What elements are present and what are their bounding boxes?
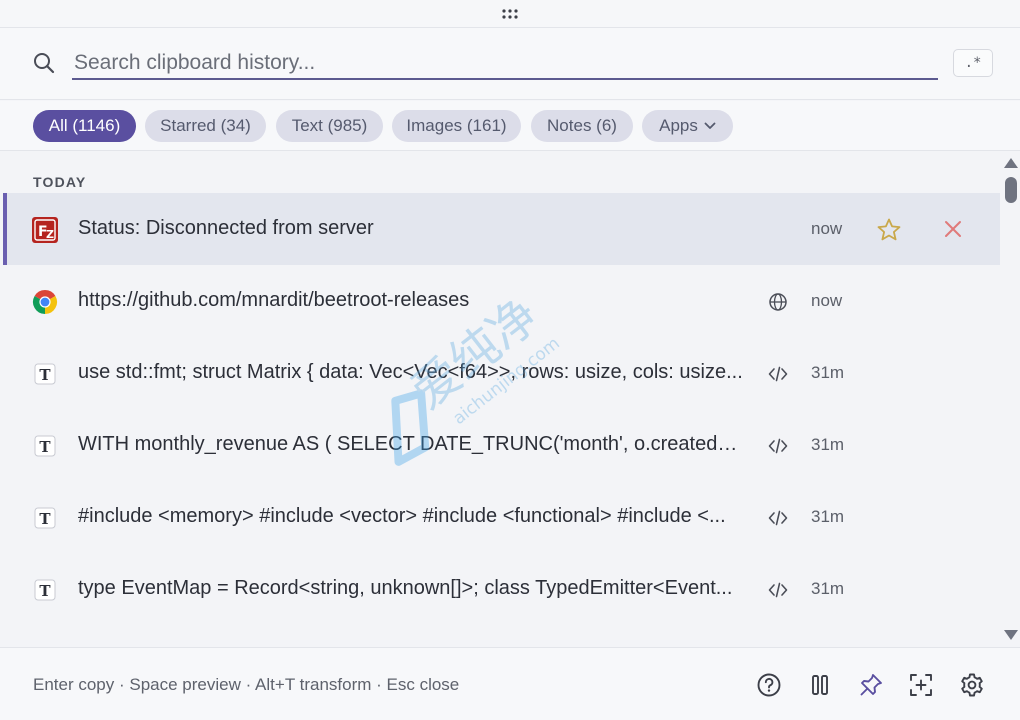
text-icon: T: [34, 363, 56, 385]
capture-icon[interactable]: [908, 672, 934, 698]
svg-text:T: T: [39, 582, 51, 600]
footer-bar: Enter copy · Space preview · Alt+T trans…: [0, 647, 1020, 720]
filter-chip-text[interactable]: Text (985): [276, 110, 383, 142]
search-bar: .*: [0, 28, 1020, 100]
list-item[interactable]: T use std::fmt; struct Matrix { data: Ve…: [3, 337, 1000, 409]
clipboard-list: TODAY F Z Status: Disconnected from serv…: [0, 151, 1020, 647]
item-time: 31m: [811, 363, 845, 382]
filter-chip-apps[interactable]: Apps: [642, 110, 733, 142]
filter-chip-starred[interactable]: Starred (34): [145, 110, 266, 142]
code-icon: [768, 510, 788, 526]
item-content: use std::fmt; struct Matrix { data: Vec<…: [78, 361, 743, 383]
filezilla-icon: F Z: [32, 217, 58, 243]
item-content: WITH monthly_revenue AS ( SELECT DATE_TR…: [78, 433, 748, 455]
filter-chip-label: Images (161): [406, 116, 507, 135]
filter-chip-notes[interactable]: Notes (6): [531, 110, 633, 142]
section-label-today: TODAY: [33, 174, 87, 190]
list-item[interactable]: https://github.com/mnardit/beetroot-rele…: [3, 265, 1000, 337]
item-time: now: [811, 219, 843, 238]
scroll-down-icon[interactable]: [1003, 629, 1019, 641]
chevron-down-icon: [704, 122, 716, 129]
text-icon: T: [34, 507, 56, 529]
search-icon: [34, 53, 55, 74]
text-icon: T: [34, 579, 56, 601]
settings-icon[interactable]: [959, 672, 985, 698]
svg-text:T: T: [39, 366, 51, 384]
code-icon: [768, 582, 788, 598]
filter-chip-images[interactable]: Images (161): [392, 110, 521, 142]
item-time: 31m: [811, 435, 845, 454]
list-item[interactable]: F Z Status: Disconnected from server now: [3, 193, 1000, 265]
filter-chip-label: Text (985): [291, 116, 368, 135]
globe-icon: [769, 293, 787, 311]
filter-chip-label: Apps: [659, 116, 698, 135]
scroll-up-icon[interactable]: [1003, 157, 1019, 169]
svg-text:T: T: [39, 510, 51, 528]
grip-dots-icon: [502, 8, 518, 19]
pause-icon[interactable]: [807, 672, 833, 698]
filter-chip-all[interactable]: All (1146): [33, 110, 136, 142]
chrome-icon: [32, 290, 58, 314]
keyboard-hints: Enter copy · Space preview · Alt+T trans…: [33, 675, 460, 694]
filter-chip-label: Starred (34): [160, 116, 251, 135]
star-icon[interactable]: [876, 217, 902, 243]
item-content: https://github.com/mnardit/beetroot-rele…: [78, 289, 470, 311]
item-content: #include <memory> #include <vector> #inc…: [78, 505, 726, 527]
filter-chip-label: Notes (6): [547, 116, 617, 135]
list-item[interactable]: T #include <memory> #include <vector> #i…: [3, 481, 1000, 553]
svg-text:Z: Z: [46, 228, 54, 241]
filter-bar: All (1146) Starred (34) Text (985) Image…: [0, 101, 1020, 151]
svg-text:T: T: [39, 438, 51, 456]
list-scrollbar[interactable]: [1002, 151, 1020, 647]
item-time: now: [811, 291, 843, 310]
code-icon: [768, 366, 788, 382]
code-icon: [768, 438, 788, 454]
regex-toggle-button[interactable]: .*: [953, 49, 993, 77]
item-time: 31m: [811, 579, 845, 598]
filter-chip-label: All (1146): [48, 116, 121, 135]
scroll-thumb[interactable]: [1005, 177, 1017, 203]
text-icon: T: [34, 435, 56, 457]
search-input[interactable]: [72, 48, 938, 80]
help-icon[interactable]: [756, 672, 782, 698]
window-drag-handle[interactable]: [0, 0, 1020, 28]
item-content: Status: Disconnected from server: [78, 217, 374, 239]
item-time: 31m: [811, 507, 845, 526]
item-content: type EventMap = Record<string, unknown[]…: [78, 577, 733, 599]
list-item[interactable]: T WITH monthly_revenue AS ( SELECT DATE_…: [3, 409, 1000, 481]
list-item[interactable]: T type EventMap = Record<string, unknown…: [3, 553, 1000, 625]
pin-icon[interactable]: [858, 672, 884, 698]
delete-icon[interactable]: [942, 218, 964, 240]
